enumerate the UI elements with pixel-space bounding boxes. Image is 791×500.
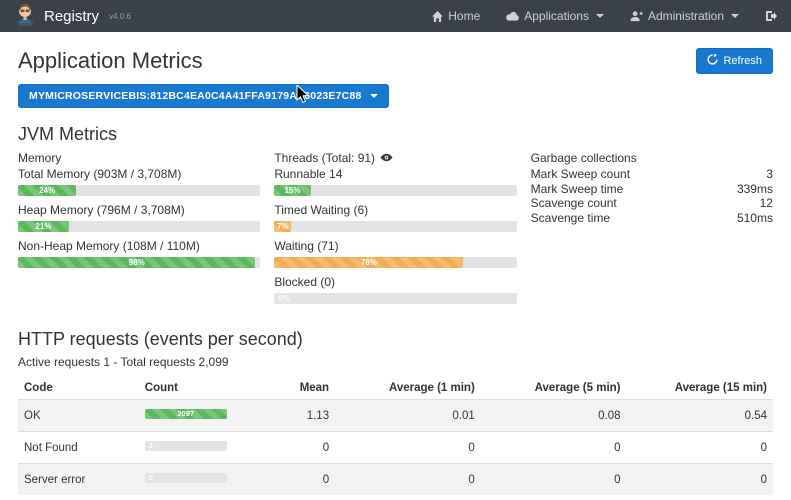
garbage-collections-column: Garbage collections Mark Sweep count 3 M… (531, 151, 773, 311)
chevron-down-icon (596, 14, 604, 18)
memory-title: Memory (18, 151, 260, 165)
jvm-metrics-title: JVM Metrics (18, 124, 773, 145)
instance-selector-dropdown[interactable]: MYMICROSERVICEBIS:812BC4EA0C4A41FFA9179A… (18, 84, 389, 108)
sign-out-icon (765, 10, 777, 22)
gc-value: 12 (760, 196, 773, 211)
gc-row: Mark Sweep time 339ms (531, 182, 773, 197)
gc-row: Scavenge time 510ms (531, 211, 773, 226)
navbar: Registry v4.0.6 Home Applications Admini (0, 0, 791, 32)
brand-link[interactable]: Registry v4.0.6 (14, 2, 131, 31)
waiting-label: Waiting (71) (274, 239, 516, 253)
non-heap-memory-label: Non-Heap Memory (108M / 110M) (18, 239, 260, 253)
user-plus-icon (630, 11, 643, 22)
chevron-down-icon (731, 14, 739, 18)
gc-value: 510ms (737, 211, 773, 226)
table-row: OK 2097 1.13 0.01 0.08 0.54 (18, 400, 773, 432)
nav-logout[interactable] (765, 10, 777, 22)
refresh-icon (707, 54, 718, 68)
table-row: Server error 0 0 0 0 0 (18, 464, 773, 496)
threads-title: Threads (Total: 91) (274, 151, 375, 165)
gc-title: Garbage collections (531, 151, 773, 165)
gc-row: Mark Sweep count 3 (531, 167, 773, 182)
http-requests-table: Code Count Mean Average (1 min) Average … (18, 377, 773, 495)
cloud-icon (506, 11, 519, 21)
http-requests-title: HTTP requests (events per second) (18, 329, 773, 350)
home-icon (432, 11, 443, 22)
http-requests-subtitle: Active requests 1 - Total requests 2,099 (18, 355, 773, 369)
page-title: Application Metrics (18, 48, 203, 74)
count-progress-bar: 0 (145, 473, 227, 483)
registry-avatar-logo (14, 2, 36, 31)
table-row: Not Found 2 0 0 0 0 (18, 432, 773, 464)
timed-waiting-progress-bar: 7% (274, 221, 516, 232)
waiting-progress-bar: 78% (274, 257, 516, 268)
http-table-header-row: Code Count Mean Average (1 min) Average … (18, 377, 773, 400)
eye-icon[interactable] (380, 151, 393, 165)
heap-memory-progress-bar: 21% (18, 221, 260, 232)
brand-title: Registry (44, 8, 99, 25)
gc-value: 3 (766, 167, 773, 182)
total-memory-label: Total Memory (903M / 3,708M) (18, 167, 260, 181)
runnable-progress-bar: 15% (274, 185, 516, 196)
memory-column: Memory Total Memory (903M / 3,708M) 24% … (18, 151, 260, 311)
nav-home[interactable]: Home (432, 9, 480, 23)
refresh-button[interactable]: Refresh (696, 48, 773, 74)
nav-menu: Home Applications Administration (432, 9, 777, 23)
non-heap-memory-progress-bar: 98% (18, 257, 260, 268)
main-content: Application Metrics Refresh MYMICROSERVI… (0, 32, 791, 500)
total-memory-progress-bar: 24% (18, 185, 260, 196)
blocked-label: Blocked (0) (274, 275, 516, 289)
gc-row: Scavenge count 12 (531, 196, 773, 211)
blocked-progress-bar: 0% (274, 293, 516, 304)
count-progress-bar: 2097 (145, 409, 227, 419)
nav-administration[interactable]: Administration (630, 9, 739, 23)
timed-waiting-label: Timed Waiting (6) (274, 203, 516, 217)
heap-memory-label: Heap Memory (796M / 3,708M) (18, 203, 260, 217)
runnable-label: Runnable 14 (274, 167, 516, 181)
threads-column: Threads (Total: 91) Runnable 14 15% Time… (274, 151, 516, 311)
nav-applications[interactable]: Applications (506, 9, 604, 23)
chevron-down-icon (370, 94, 378, 98)
gc-value: 339ms (737, 182, 773, 197)
count-progress-bar: 2 (145, 441, 227, 451)
brand-version: v4.0.6 (109, 12, 131, 21)
